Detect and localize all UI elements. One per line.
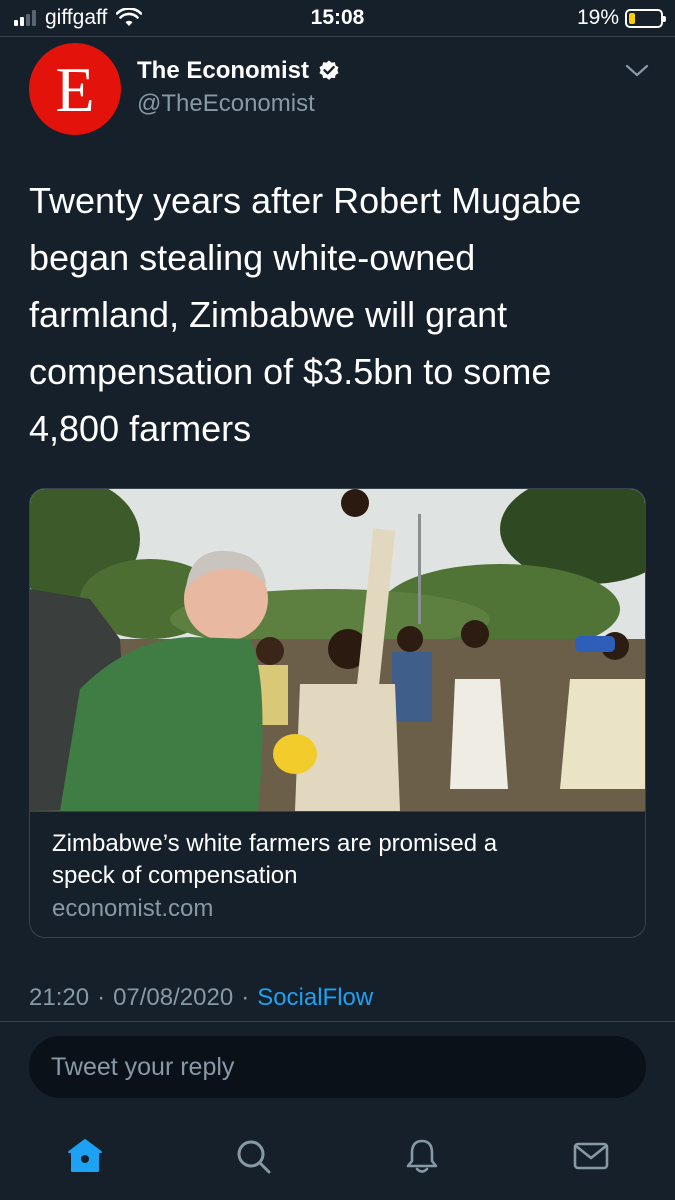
meta-separator: · — [241, 984, 250, 1011]
battery-percent: 19% — [576, 6, 619, 29]
card-title-line: Zimbabwe’s white farmers are promised a — [52, 830, 498, 857]
author-handle[interactable]: @TheEconomist — [137, 90, 315, 118]
tweet-text-line: 4,800 farmers — [29, 408, 252, 449]
status-right: 19% — [576, 6, 666, 30]
card-image[interactable] — [30, 489, 646, 811]
tweet-text: Twenty years after Robert Mugabe began s… — [29, 172, 649, 457]
tweet-text-line: began stealing white-owned — [29, 237, 476, 278]
divider — [0, 1021, 675, 1022]
author-display-name[interactable]: The Economist — [137, 57, 309, 85]
tweet-text-line: Twenty years after Robert Mugabe — [29, 180, 582, 221]
avatar[interactable]: E — [29, 43, 121, 135]
author-name-row[interactable]: The Economist — [137, 57, 341, 85]
chevron-down-icon[interactable] — [624, 60, 650, 80]
battery-level — [629, 12, 635, 24]
divider — [0, 36, 675, 37]
meta-separator: · — [97, 984, 106, 1011]
home-icon — [68, 1139, 102, 1172]
card-domain: economist.com — [52, 895, 214, 922]
search-icon — [237, 1140, 271, 1174]
tweet-text-line: compensation of $3.5bn to some — [29, 351, 552, 392]
link-card[interactable]: Zimbabwe’s white farmers are promised a … — [29, 488, 646, 938]
status-bar: giffgaff 15:08 19% — [0, 0, 675, 36]
verified-badge-icon — [319, 60, 339, 80]
tweet-time: 21:20 — [29, 984, 90, 1011]
card-title: Zimbabwe’s white farmers are promised a … — [52, 828, 625, 892]
avatar-logo: E — [55, 54, 95, 125]
battery-icon — [625, 8, 666, 28]
mail-icon — [573, 1142, 609, 1170]
tweet-text-line: farmland, Zimbabwe will grant — [29, 294, 508, 335]
bell-icon — [406, 1139, 438, 1173]
tweet-source-link[interactable]: SocialFlow — [257, 984, 373, 1012]
reply-placeholder: Tweet your reply — [51, 1052, 235, 1081]
tweet-meta: 21:20 · 07/08/2020 · SocialFlow — [29, 984, 373, 1012]
card-title-line: speck of compensation — [52, 862, 298, 889]
tab-messages[interactable] — [569, 1134, 613, 1178]
tab-bar — [0, 1120, 675, 1200]
card-body[interactable]: Zimbabwe’s white farmers are promised a … — [30, 811, 645, 937]
status-time: 15:08 — [310, 6, 365, 29]
tab-home[interactable] — [63, 1134, 107, 1178]
reply-input[interactable]: Tweet your reply — [29, 1036, 646, 1098]
tab-search[interactable] — [231, 1134, 275, 1178]
tweet-date: 07/08/2020 — [113, 984, 234, 1011]
tab-notifications[interactable] — [400, 1134, 444, 1178]
